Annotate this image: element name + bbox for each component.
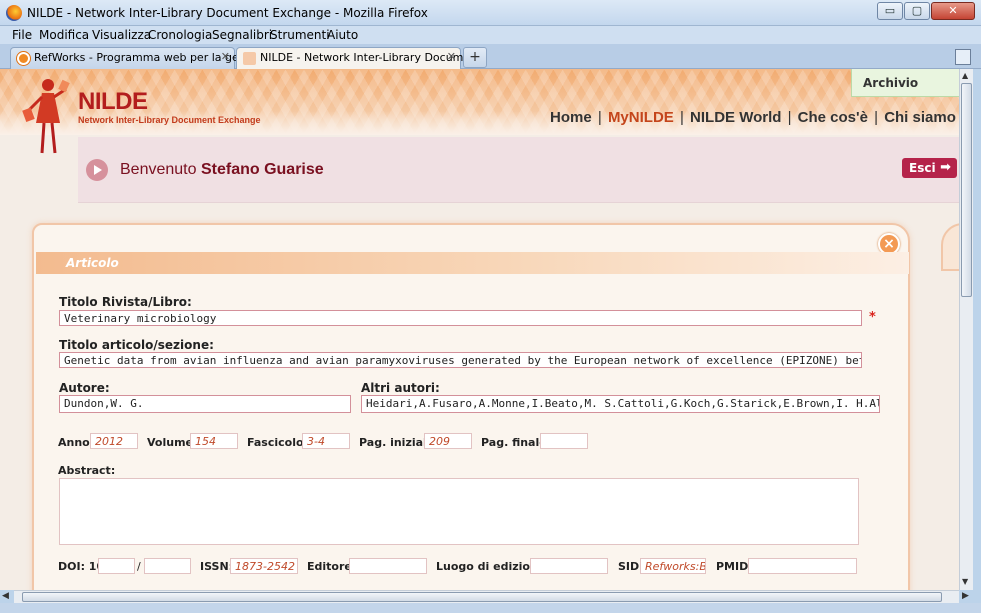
issn-label: ISSN:	[200, 560, 234, 573]
side-card-edge	[941, 223, 959, 271]
nav-home[interactable]: Home	[550, 109, 592, 126]
anno-input[interactable]: 2012	[90, 433, 138, 449]
menu-modifica[interactable]: Modifica	[39, 28, 89, 42]
welcome-user: Stefano Guarise	[200, 161, 324, 178]
nav-nilde-world[interactable]: NILDE World	[690, 109, 781, 126]
abstract-textarea[interactable]	[59, 478, 859, 545]
anno-label: Anno:	[58, 436, 95, 449]
menu-file[interactable]: File	[12, 28, 32, 42]
nav-separator: |	[874, 109, 879, 126]
status-bar	[0, 603, 981, 613]
maximize-button[interactable]: ▢	[904, 2, 930, 20]
nav-separator: |	[679, 109, 684, 126]
window-controls: ▭ ▢ ✕	[876, 2, 975, 20]
nav-che-cose[interactable]: Che cos'è	[798, 109, 868, 126]
issn-input[interactable]: 1873-2542	[230, 558, 298, 574]
pmid-input[interactable]	[748, 558, 857, 574]
volume-input[interactable]: 154	[190, 433, 238, 449]
welcome-message: Benvenuto Stefano Guarise	[120, 161, 324, 179]
nav-chi-siamo[interactable]: Chi siamo	[884, 109, 956, 126]
tab-bar: RefWorks - Programma web per la ge... ✕ …	[0, 44, 981, 70]
menubar: File Modifica Visualizza Cronologia Segn…	[0, 26, 981, 44]
titolo-articolo-label: Titolo articolo/sezione:	[59, 338, 214, 352]
page-viewport: Archivio NILDE Network Inter-Library Doc…	[0, 69, 959, 590]
tab-refworks-label: RefWorks - Programma web per la ge...	[34, 51, 250, 64]
minimize-button[interactable]: ▭	[877, 2, 903, 20]
menu-cronologia[interactable]: Cronologia	[148, 28, 212, 42]
logo-name[interactable]: NILDE	[78, 88, 148, 116]
doi-prefix-input[interactable]	[98, 558, 135, 574]
welcome-bar: Benvenuto Stefano Guarise Esci ➡	[78, 137, 959, 203]
pag-finale-input[interactable]	[540, 433, 588, 449]
logout-label: Esci	[909, 161, 936, 175]
luogo-input[interactable]	[530, 558, 608, 574]
titolo-articolo-input[interactable]: Genetic data from avian influenza and av…	[59, 352, 862, 368]
close-window-button[interactable]: ✕	[931, 2, 975, 20]
nilde-mascot-icon	[22, 79, 70, 154]
vertical-scroll-thumb[interactable]	[961, 83, 972, 297]
play-icon	[86, 159, 108, 181]
horizontal-scrollbar[interactable]: ◀ ▶	[2, 590, 969, 603]
scroll-right-icon[interactable]: ▶	[962, 591, 969, 601]
tab-groups-icon[interactable]	[955, 49, 971, 65]
tab-refworks[interactable]: RefWorks - Programma web per la ge... ✕	[10, 47, 249, 69]
archivio-tab[interactable]: Archivio	[851, 69, 959, 97]
tab-close-icon[interactable]: ✕	[447, 50, 456, 63]
menu-visualizza[interactable]: Visualizza	[92, 28, 151, 42]
section-title: Articolo	[66, 256, 119, 270]
menu-strumenti[interactable]: Strumenti	[270, 28, 330, 42]
horizontal-scroll-thumb[interactable]	[22, 592, 942, 602]
top-navigation: Home | MyNILDE | NILDE World | Che cos'è…	[550, 109, 956, 126]
menu-aiuto[interactable]: Aiuto	[327, 28, 358, 42]
logout-button[interactable]: Esci ➡	[902, 158, 957, 178]
nav-mynilde[interactable]: MyNILDE	[608, 109, 674, 126]
tab-nilde-label: NILDE - Network Inter-Library Docum...	[260, 51, 474, 64]
fascicolo-input[interactable]: 3-4	[302, 433, 350, 449]
firefox-logo-icon	[6, 5, 22, 21]
doi-suffix-input[interactable]	[144, 558, 191, 574]
site-header: Archivio NILDE Network Inter-Library Doc…	[0, 69, 959, 154]
scroll-up-icon[interactable]: ▲	[962, 71, 968, 80]
sid-input[interactable]: Refworks:B	[640, 558, 706, 574]
arrow-right-icon: ➡	[940, 160, 951, 175]
scroll-left-icon[interactable]: ◀	[2, 591, 9, 601]
pag-iniziale-input[interactable]: 209	[424, 433, 472, 449]
new-tab-button[interactable]: +	[463, 47, 487, 68]
altri-autori-label: Altri autori:	[361, 381, 440, 395]
window-title: NILDE - Network Inter-Library Document E…	[27, 6, 428, 20]
window-titlebar: NILDE - Network Inter-Library Document E…	[0, 0, 981, 26]
doi-separator: /	[137, 560, 141, 573]
nilde-favicon-icon	[243, 52, 256, 65]
scroll-down-icon[interactable]: ▼	[962, 577, 968, 586]
vertical-scrollbar[interactable]: ▲ ▼	[959, 69, 973, 590]
menu-segnalibri[interactable]: Segnalibri	[212, 28, 272, 42]
welcome-prefix: Benvenuto	[120, 161, 197, 178]
tab-nilde[interactable]: NILDE - Network Inter-Library Docum... ✕	[236, 47, 474, 70]
fascicolo-label: Fascicolo:	[247, 436, 308, 449]
required-marker: *	[869, 310, 876, 325]
editore-input[interactable]	[349, 558, 427, 574]
abstract-label: Abstract:	[58, 464, 116, 477]
tab-close-icon[interactable]: ✕	[221, 50, 230, 63]
archivio-label: Archivio	[863, 76, 919, 90]
section-header: Articolo	[36, 252, 909, 274]
titolo-rivista-label: Titolo Rivista/Libro:	[59, 295, 192, 309]
logo-subtitle: Network Inter-Library Document Exchange	[78, 115, 261, 125]
autore-input[interactable]: Dundon,W. G.	[59, 395, 351, 413]
nav-separator: |	[787, 109, 792, 126]
refworks-favicon-icon	[17, 52, 30, 65]
nav-separator: |	[597, 109, 602, 126]
autore-label: Autore:	[59, 381, 110, 395]
altri-autori-input[interactable]: Heidari,A.Fusaro,A.Monne,I.Beato,M. S.Ca…	[361, 395, 880, 413]
titolo-rivista-input[interactable]: Veterinary microbiology	[59, 310, 862, 326]
